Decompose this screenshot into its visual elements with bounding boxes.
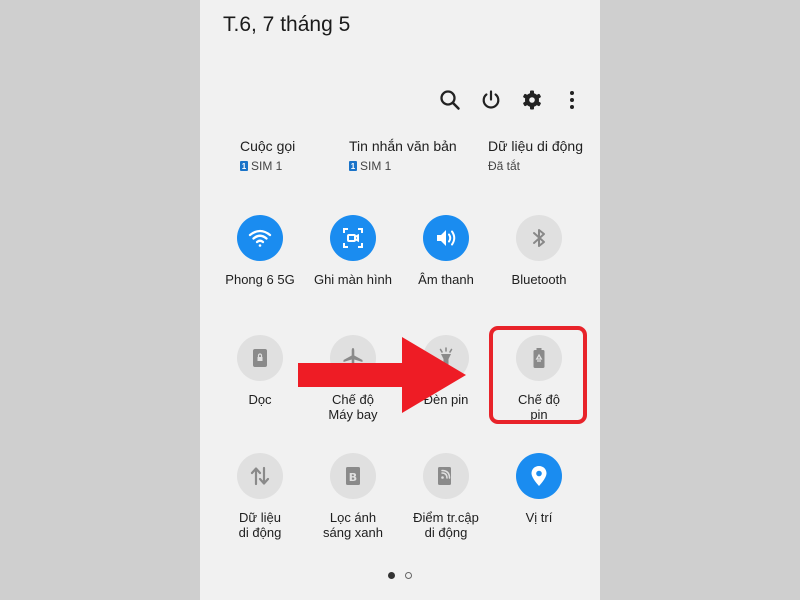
sim-item-sub: SIM 1 bbox=[360, 159, 392, 173]
search-icon[interactable] bbox=[436, 86, 464, 114]
sim-item-sub: Đã tắt bbox=[488, 159, 521, 173]
sim-item-title: Dữ liệu di động bbox=[488, 138, 583, 154]
volume-icon bbox=[423, 215, 469, 261]
portrait-lock-icon bbox=[237, 335, 283, 381]
sim-item-calls[interactable]: Cuộc gọi 1 SIM 1 bbox=[240, 138, 295, 173]
sim-item-mobile-data[interactable]: Dữ liệu di động Đã tắt bbox=[488, 138, 583, 173]
power-icon[interactable] bbox=[477, 86, 505, 114]
sim-badge: 1 bbox=[349, 161, 357, 171]
page-indicator bbox=[388, 572, 412, 579]
mobile-data-icon bbox=[237, 453, 283, 499]
pointer-arrow-icon bbox=[298, 337, 466, 413]
highlight-box bbox=[489, 326, 587, 424]
wifi-icon bbox=[237, 215, 283, 261]
gear-icon[interactable] bbox=[518, 86, 546, 114]
date-label: T.6, 7 tháng 5 bbox=[223, 13, 351, 36]
tile-label: Vị trí bbox=[525, 510, 553, 525]
tile-bluetooth[interactable]: Bluetooth bbox=[484, 215, 594, 287]
quick-settings-panel: T.6, 7 tháng 5 Cuộc gọi 1 SIM 1 Tin nhắn … bbox=[200, 0, 600, 600]
bluetooth-icon bbox=[516, 215, 562, 261]
sim-item-title: Cuộc gọi bbox=[240, 138, 296, 154]
toolbar bbox=[436, 86, 586, 114]
blue-light-filter-icon: B bbox=[330, 453, 376, 499]
more-vertical-icon[interactable] bbox=[558, 86, 586, 114]
location-icon bbox=[516, 453, 562, 499]
page-dot-active[interactable] bbox=[388, 572, 395, 579]
sim-item-sub: SIM 1 bbox=[251, 159, 283, 173]
sim-item-messages[interactable]: Tin nhắn văn bản 1 SIM 1 bbox=[349, 138, 457, 173]
page-dot[interactable] bbox=[405, 572, 412, 579]
sim-item-title: Tin nhắn văn bản bbox=[349, 138, 457, 154]
tile-location[interactable]: Vị trí bbox=[484, 453, 594, 525]
hotspot-icon bbox=[423, 453, 469, 499]
screen-record-icon bbox=[330, 215, 376, 261]
sim-badge: 1 bbox=[240, 161, 248, 171]
svg-text:B: B bbox=[349, 471, 357, 484]
tile-label: Bluetooth bbox=[511, 272, 567, 287]
